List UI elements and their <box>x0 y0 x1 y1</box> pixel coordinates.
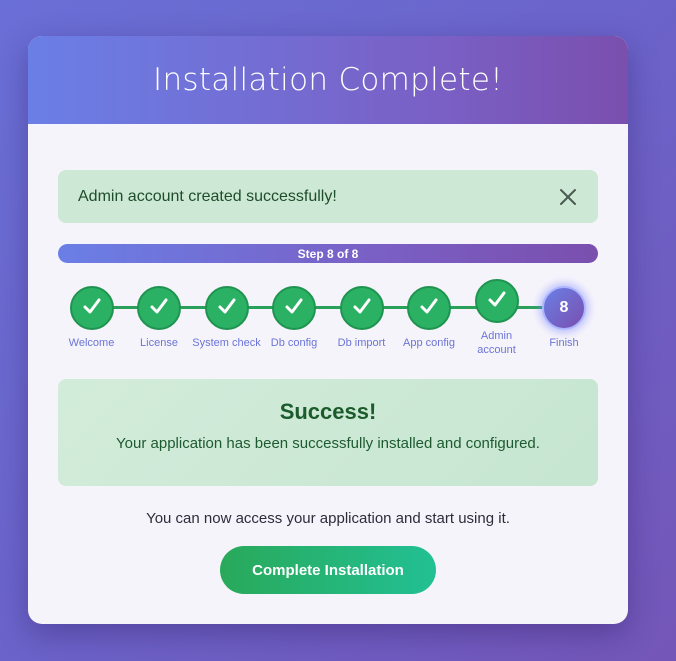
checkmark-icon <box>81 295 103 322</box>
step-system-check: System check <box>189 278 265 350</box>
card-header: Installation Complete! <box>28 36 628 124</box>
step-label: Db import <box>337 337 386 349</box>
checkmark-icon <box>148 295 170 322</box>
step-label: License <box>140 337 178 349</box>
step-number: 8 <box>542 286 586 330</box>
step-done <box>204 286 249 330</box>
step-welcome: Welcome <box>54 278 130 350</box>
step-done <box>137 286 181 330</box>
alert-message: Admin account created successfully! <box>78 187 337 205</box>
step-indicator: Welcome License System check Db config Db im… <box>58 278 598 368</box>
installer-card: Installation Complete! Admin account cre… <box>28 36 628 624</box>
progress-bar: Step 8 of 8 <box>58 244 598 263</box>
step-finish: 8 Finish <box>526 278 602 350</box>
success-alert: Admin account created successfully! <box>58 170 598 223</box>
step-done <box>339 286 384 330</box>
step-db-import: Db import <box>324 278 400 350</box>
page-title: Installation Complete! <box>153 62 503 98</box>
checkmark-icon <box>351 295 373 322</box>
step-db-config: Db config <box>256 278 332 350</box>
step-label: Db config <box>270 337 318 349</box>
step-label: Finish <box>549 337 579 349</box>
step-done <box>474 279 519 323</box>
step-label: System check <box>192 337 261 349</box>
step-app-config: App config <box>391 278 467 350</box>
checkmark-icon <box>283 295 305 322</box>
step-admin-account: Admin account <box>459 278 535 357</box>
complete-installation-button[interactable]: Complete Installation <box>220 546 436 594</box>
success-title: Success! <box>279 399 377 424</box>
step-label: App config <box>403 337 455 349</box>
progress-fill: Step 8 of 8 <box>58 244 598 263</box>
checkmark-icon <box>216 295 238 322</box>
progress-label: Step 8 of 8 <box>297 246 359 261</box>
close-icon[interactable] <box>558 187 578 207</box>
step-done <box>69 286 114 330</box>
step-done <box>272 286 316 330</box>
step-label: Admin account <box>477 330 516 356</box>
success-panel: Success! Your application has been succe… <box>58 379 598 486</box>
step-label: Welcome <box>68 337 115 349</box>
step-license: License <box>121 278 197 350</box>
access-message: You can now access your application and … <box>146 510 510 527</box>
step-done <box>407 286 451 330</box>
success-message: Your application has been successfully i… <box>116 435 540 452</box>
checkmark-icon <box>486 288 508 315</box>
checkmark-icon <box>418 295 440 322</box>
